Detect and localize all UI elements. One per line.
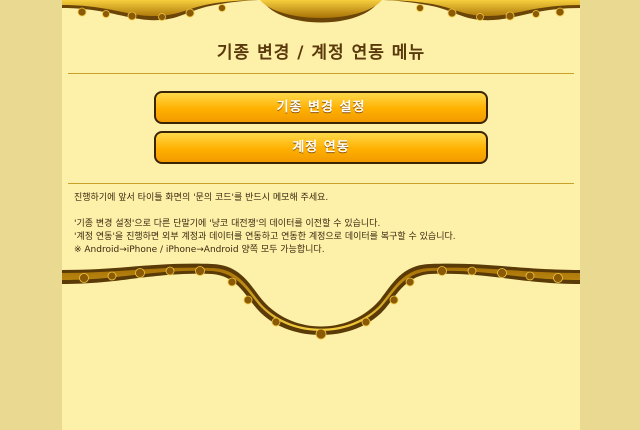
- bottom-ornament: [62, 263, 580, 352]
- note-device-change: '기종 변경 설정'으로 다른 단말기에 '냥코 대전쟁'의 데이터를 이전할 …: [74, 219, 381, 229]
- device-change-settings-button[interactable]: 기종 변경 설정: [154, 91, 488, 124]
- buttons-divider: [68, 183, 574, 184]
- account-link-button[interactable]: 계정 연동: [154, 131, 488, 164]
- top-ornament: [62, 0, 580, 23]
- page-title: 기종 변경 / 계정 연동 메뉴: [216, 43, 426, 63]
- title-divider: [68, 73, 574, 74]
- device-change-screen: 기종 변경 / 계정 연동 메뉴 기종 변경 설정 계정 연동 진행하기에 앞서…: [0, 0, 640, 430]
- note-platforms: ※ Android→iPhone / iPhone→Android 양쪽 모두 …: [74, 245, 325, 255]
- note-account-link: '계정 연동'을 진행하면 외부 계정과 데이터를 연동하고 연동한 계정으로 …: [74, 232, 456, 242]
- note-inquiry-code: 진행하기에 앞서 타이틀 화면의 '문의 코드'를 반드시 메모해 주세요.: [74, 193, 329, 203]
- instructions-text: 진행하기에 앞서 타이틀 화면의 '문의 코드'를 반드시 메모해 주세요. '…: [74, 192, 574, 257]
